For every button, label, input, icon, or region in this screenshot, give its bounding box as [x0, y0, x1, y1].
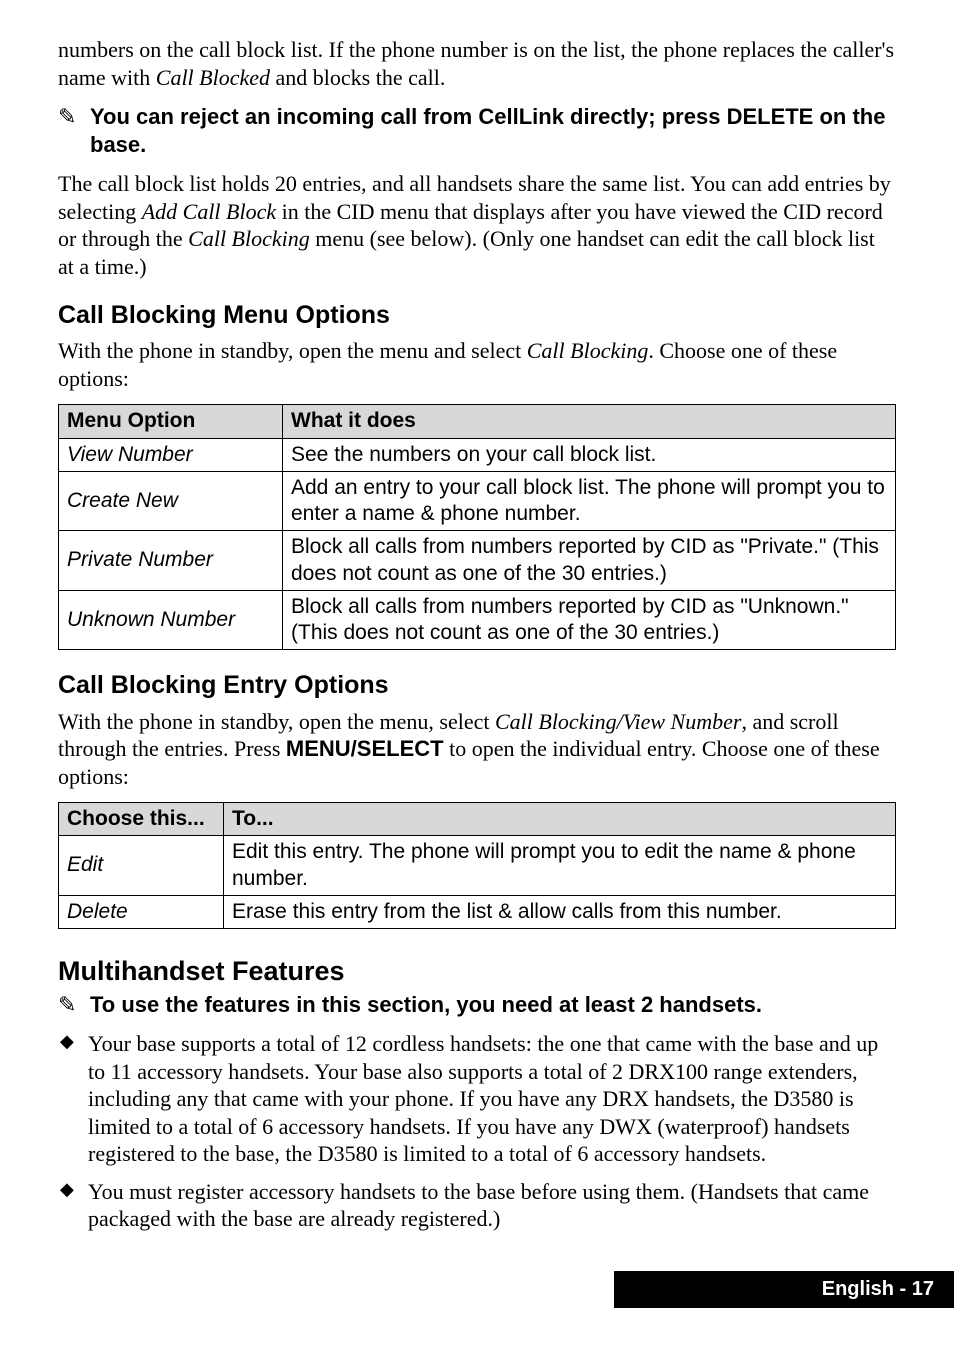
page-content: numbers on the call block list. If the p…	[0, 0, 954, 1308]
heading-call-blocking-entry: Call Blocking Entry Options	[58, 670, 896, 701]
menu-desc-cell: See the numbers on your call block list.	[283, 438, 896, 471]
menu-option-cell: View Number	[59, 438, 283, 471]
entry-option-cell: Edit	[59, 836, 224, 896]
add-call-block-term: Add Call Block	[142, 199, 276, 224]
menu-select-key-label: MENU/SELECT	[286, 736, 444, 761]
call-blocking-term: Call Blocking	[188, 226, 310, 251]
table-row: Edit Edit this entry. The phone will pro…	[59, 836, 896, 896]
list-item: Your base supports a total of 12 cordles…	[58, 1030, 896, 1168]
table-header-row: Choose this... To...	[59, 803, 896, 836]
col-header-what-it-does: What it does	[283, 405, 896, 438]
menu-desc-cell: Add an entry to your call block list. Th…	[283, 471, 896, 531]
pencil-note-icon: ✎	[58, 103, 90, 129]
entry-options-intro: With the phone in standby, open the menu…	[58, 708, 896, 791]
table-header-row: Menu Option What it does	[59, 405, 896, 438]
note-text: You can reject an incoming call from Cel…	[90, 103, 896, 158]
table-row: View Number See the numbers on your call…	[59, 438, 896, 471]
list-item: You must register accessory handsets to …	[58, 1178, 896, 1233]
entry-desc-cell: Erase this entry from the list & allow c…	[224, 895, 896, 928]
text: With the phone in standby, open the menu…	[58, 709, 495, 734]
table-row: Create New Add an entry to your call blo…	[59, 471, 896, 531]
call-blocked-term: Call Blocked	[156, 65, 270, 90]
page-footer: English - 17	[614, 1271, 954, 1308]
note-reject-call: ✎ You can reject an incoming call from C…	[58, 103, 896, 158]
menu-options-table: Menu Option What it does View Number See…	[58, 404, 896, 650]
col-header-choose-this: Choose this...	[59, 803, 224, 836]
text: and blocks the call.	[270, 65, 445, 90]
note-text: To use the features in this section, you…	[90, 991, 896, 1019]
intro-paragraph: numbers on the call block list. If the p…	[58, 36, 896, 91]
entry-desc-cell: Edit this entry. The phone will prompt y…	[224, 836, 896, 896]
menu-desc-cell: Block all calls from numbers reported by…	[283, 590, 896, 650]
table-row: Delete Erase this entry from the list & …	[59, 895, 896, 928]
delete-key-label: DELETE	[727, 104, 814, 129]
entry-options-table: Choose this... To... Edit Edit this entr…	[58, 802, 896, 929]
multihandset-bullet-list: Your base supports a total of 12 cordles…	[58, 1030, 896, 1233]
call-blocking-view-number-term: Call Blocking/View Number	[495, 709, 741, 734]
menu-option-cell: Private Number	[59, 531, 283, 591]
heading-call-blocking-menu: Call Blocking Menu Options	[58, 300, 896, 331]
note-multihandset: ✎ To use the features in this section, y…	[58, 991, 896, 1019]
text: You can reject an incoming call from Cel…	[90, 104, 727, 129]
menu-option-cell: Unknown Number	[59, 590, 283, 650]
menu-options-intro: With the phone in standby, open the menu…	[58, 337, 896, 392]
entry-option-cell: Delete	[59, 895, 224, 928]
col-header-menu-option: Menu Option	[59, 405, 283, 438]
call-block-list-paragraph: The call block list holds 20 entries, an…	[58, 170, 896, 280]
heading-multihandset: Multihandset Features	[58, 955, 896, 989]
text: With the phone in standby, open the menu…	[58, 338, 527, 363]
menu-option-cell: Create New	[59, 471, 283, 531]
col-header-to: To...	[224, 803, 896, 836]
table-row: Unknown Number Block all calls from numb…	[59, 590, 896, 650]
menu-desc-cell: Block all calls from numbers reported by…	[283, 531, 896, 591]
call-blocking-term: Call Blocking	[527, 338, 649, 363]
pencil-note-icon: ✎	[58, 991, 90, 1017]
table-row: Private Number Block all calls from numb…	[59, 531, 896, 591]
